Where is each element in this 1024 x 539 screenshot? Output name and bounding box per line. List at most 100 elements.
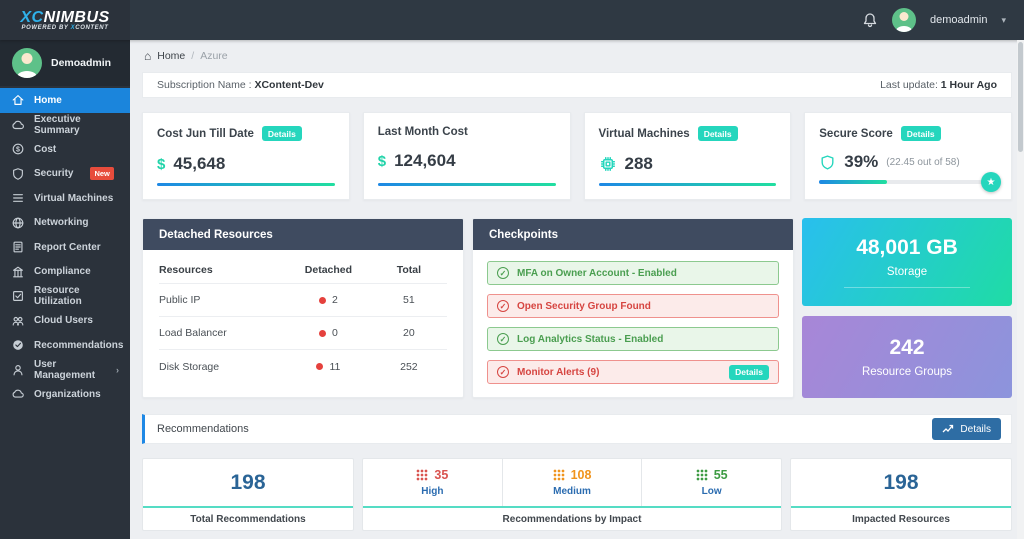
red-dot-icon [318, 296, 326, 304]
impact-high[interactable]: 35 High [363, 459, 503, 506]
sidebar-item-cost[interactable]: $ Cost [0, 137, 130, 162]
high-count: 35 [434, 468, 449, 482]
section-title: Recommendations [157, 423, 249, 435]
server-stack-icon [13, 194, 23, 203]
resource-groups-value: 242 [889, 336, 925, 359]
breadcrumb-separator: / [191, 50, 195, 62]
logo-text: XCNIMBUS [20, 8, 110, 26]
gradient-underline [598, 183, 777, 186]
card-footer-label: Total Recommendations [143, 506, 353, 530]
breadcrumb-current: Azure [200, 50, 228, 62]
check-circle-icon: ✓ [497, 333, 509, 345]
shield-icon [13, 167, 23, 180]
new-badge: New [90, 167, 114, 181]
cost-till-date-card: Cost Jun Till Date Details $ 45,648 [142, 112, 350, 200]
subscription-name: XContent-Dev [254, 79, 324, 91]
gradient-underline [377, 183, 556, 186]
dollar-icon: $ [377, 152, 387, 170]
secure-score-progress: ★ [819, 172, 1001, 192]
table-header: Resources Detached Total [159, 256, 447, 284]
storage-value: 48,001 GB [856, 236, 958, 259]
recommendations-cards-row: 198 Total Recommendations 35 High 108 Me… [142, 458, 1012, 531]
details-badge[interactable]: Details [729, 364, 769, 380]
sidebar-item-recommendations[interactable]: Recommendations [0, 333, 130, 358]
checkpoint-monitor-alerts[interactable]: ✓ Monitor Alerts (9) Details [487, 360, 779, 384]
detached-resources-panel: Detached Resources Resources Detached To… [142, 218, 464, 398]
impacted-resources-card[interactable]: 198 Impacted Resources [790, 458, 1012, 531]
stat-cards-row: Cost Jun Till Date Details $ 45,648 Last… [142, 112, 1012, 200]
checkbox-icon [13, 291, 23, 302]
profile-avatar[interactable] [12, 48, 42, 78]
notifications-bell-icon[interactable] [862, 12, 878, 28]
sidebar-menu: Home Executive Summary $ Cost Security N… [0, 86, 130, 407]
dollar-icon: $ [12, 143, 24, 155]
cost-value: 124,604 [394, 151, 456, 170]
sidebar-item-cloud-users[interactable]: Cloud Users [0, 309, 130, 334]
check-circle-icon: ✓ [497, 267, 509, 279]
user-avatar[interactable] [891, 8, 916, 32]
sidebar-item-security[interactable]: Security New [0, 162, 130, 187]
sidebar-item-organizations[interactable]: Organizations [0, 382, 130, 407]
last-month-cost-card: Last Month Cost $ 124,604 [362, 112, 571, 200]
subscription-label: Subscription Name : [157, 79, 252, 91]
storage-card[interactable]: 48,001 GB Storage [802, 218, 1012, 306]
user-icon [13, 364, 23, 376]
top-navbar: XCNIMBUS POWERED BY XCONTENT demoadmin ▾ [0, 0, 1024, 40]
users-icon [12, 316, 24, 326]
check-circle-icon: ✓ [497, 300, 509, 312]
cloud-icon [12, 120, 24, 129]
sidebar-item-compliance[interactable]: Compliance [0, 260, 130, 285]
username[interactable]: demoadmin [930, 14, 987, 26]
secure-score-card: Secure Score Details 39% (22.45 out of 5… [804, 112, 1012, 200]
total-recommendations-card[interactable]: 198 Total Recommendations [142, 458, 354, 531]
impact-medium[interactable]: 108 Medium [503, 459, 643, 506]
details-badge[interactable]: Details [697, 126, 738, 141]
subscription-bar: Subscription Name : XContent-Dev Last up… [142, 72, 1012, 98]
table-row[interactable]: Disk Storage 11 252 [159, 350, 447, 383]
virtual-machines-card: Virtual Machines Details 288 [583, 112, 792, 200]
grid-dots-icon [695, 469, 708, 481]
medium-count: 108 [570, 468, 592, 482]
impact-low[interactable]: 55 Low [642, 459, 781, 506]
sidebar-item-virtual-machines[interactable]: Virtual Machines [0, 186, 130, 211]
brand-logo[interactable]: XCNIMBUS POWERED BY XCONTENT [0, 0, 130, 40]
medium-label: Medium [553, 486, 591, 497]
chart-line-icon [942, 424, 954, 433]
total-recommendations-value: 198 [230, 470, 266, 494]
checkpoint-open-security-group[interactable]: ✓ Open Security Group Found [487, 294, 779, 318]
table-row[interactable]: Public IP 2 51 [159, 284, 447, 317]
details-badge[interactable]: Details [261, 126, 302, 141]
checkpoint-mfa[interactable]: ✓ MFA on Owner Account - Enabled [487, 261, 779, 285]
sidebar-item-resource-utilization[interactable]: Resource Utilization [0, 284, 130, 309]
breadcrumb-home[interactable]: Home [157, 50, 185, 62]
chevron-down-icon[interactable]: ▾ [1001, 15, 1006, 26]
panel-title: Checkpoints [473, 219, 793, 250]
dollar-icon: $ [157, 155, 166, 173]
cpu-chip-icon [600, 156, 615, 172]
last-update-value: 1 Hour Ago [940, 79, 997, 91]
logo-tagline: POWERED BY XCONTENT [21, 24, 109, 31]
profile-name: Demoadmin [51, 57, 112, 69]
card-title: Last Month Cost [377, 126, 468, 138]
card-title: Cost Jun Till Date [157, 127, 254, 140]
check-circle-icon [13, 340, 23, 351]
scrollbar-thumb[interactable] [1018, 42, 1023, 152]
sidebar-item-executive-summary[interactable]: Executive Summary [0, 113, 130, 138]
sidebar-profile: Demoadmin [0, 40, 130, 86]
details-badge[interactable]: Details [900, 126, 941, 141]
main-content: ⌂ Home / Azure Subscription Name : XCont… [130, 40, 1024, 539]
detached-resources-table: Resources Detached Total Public IP 2 51 … [143, 250, 463, 383]
card-footer-label: Impacted Resources [791, 506, 1011, 530]
sidebar-item-user-management[interactable]: User Management › [0, 358, 130, 383]
divider [844, 287, 970, 288]
table-row[interactable]: Load Balancer 0 20 [159, 317, 447, 350]
breadcrumb-home-icon[interactable]: ⌂ [144, 50, 151, 62]
resource-groups-card[interactable]: 242 Resource Groups [802, 316, 1012, 398]
sidebar-item-report-center[interactable]: Report Center [0, 235, 130, 260]
checkpoint-log-analytics[interactable]: ✓ Log Analytics Status - Enabled [487, 327, 779, 351]
sidebar-item-networking[interactable]: Networking [0, 211, 130, 236]
sidebar-item-home[interactable]: Home [0, 88, 130, 113]
scrollbar[interactable] [1017, 40, 1024, 539]
star-icon[interactable]: ★ [981, 172, 1001, 192]
recommendations-details-button[interactable]: Details [932, 418, 1001, 440]
